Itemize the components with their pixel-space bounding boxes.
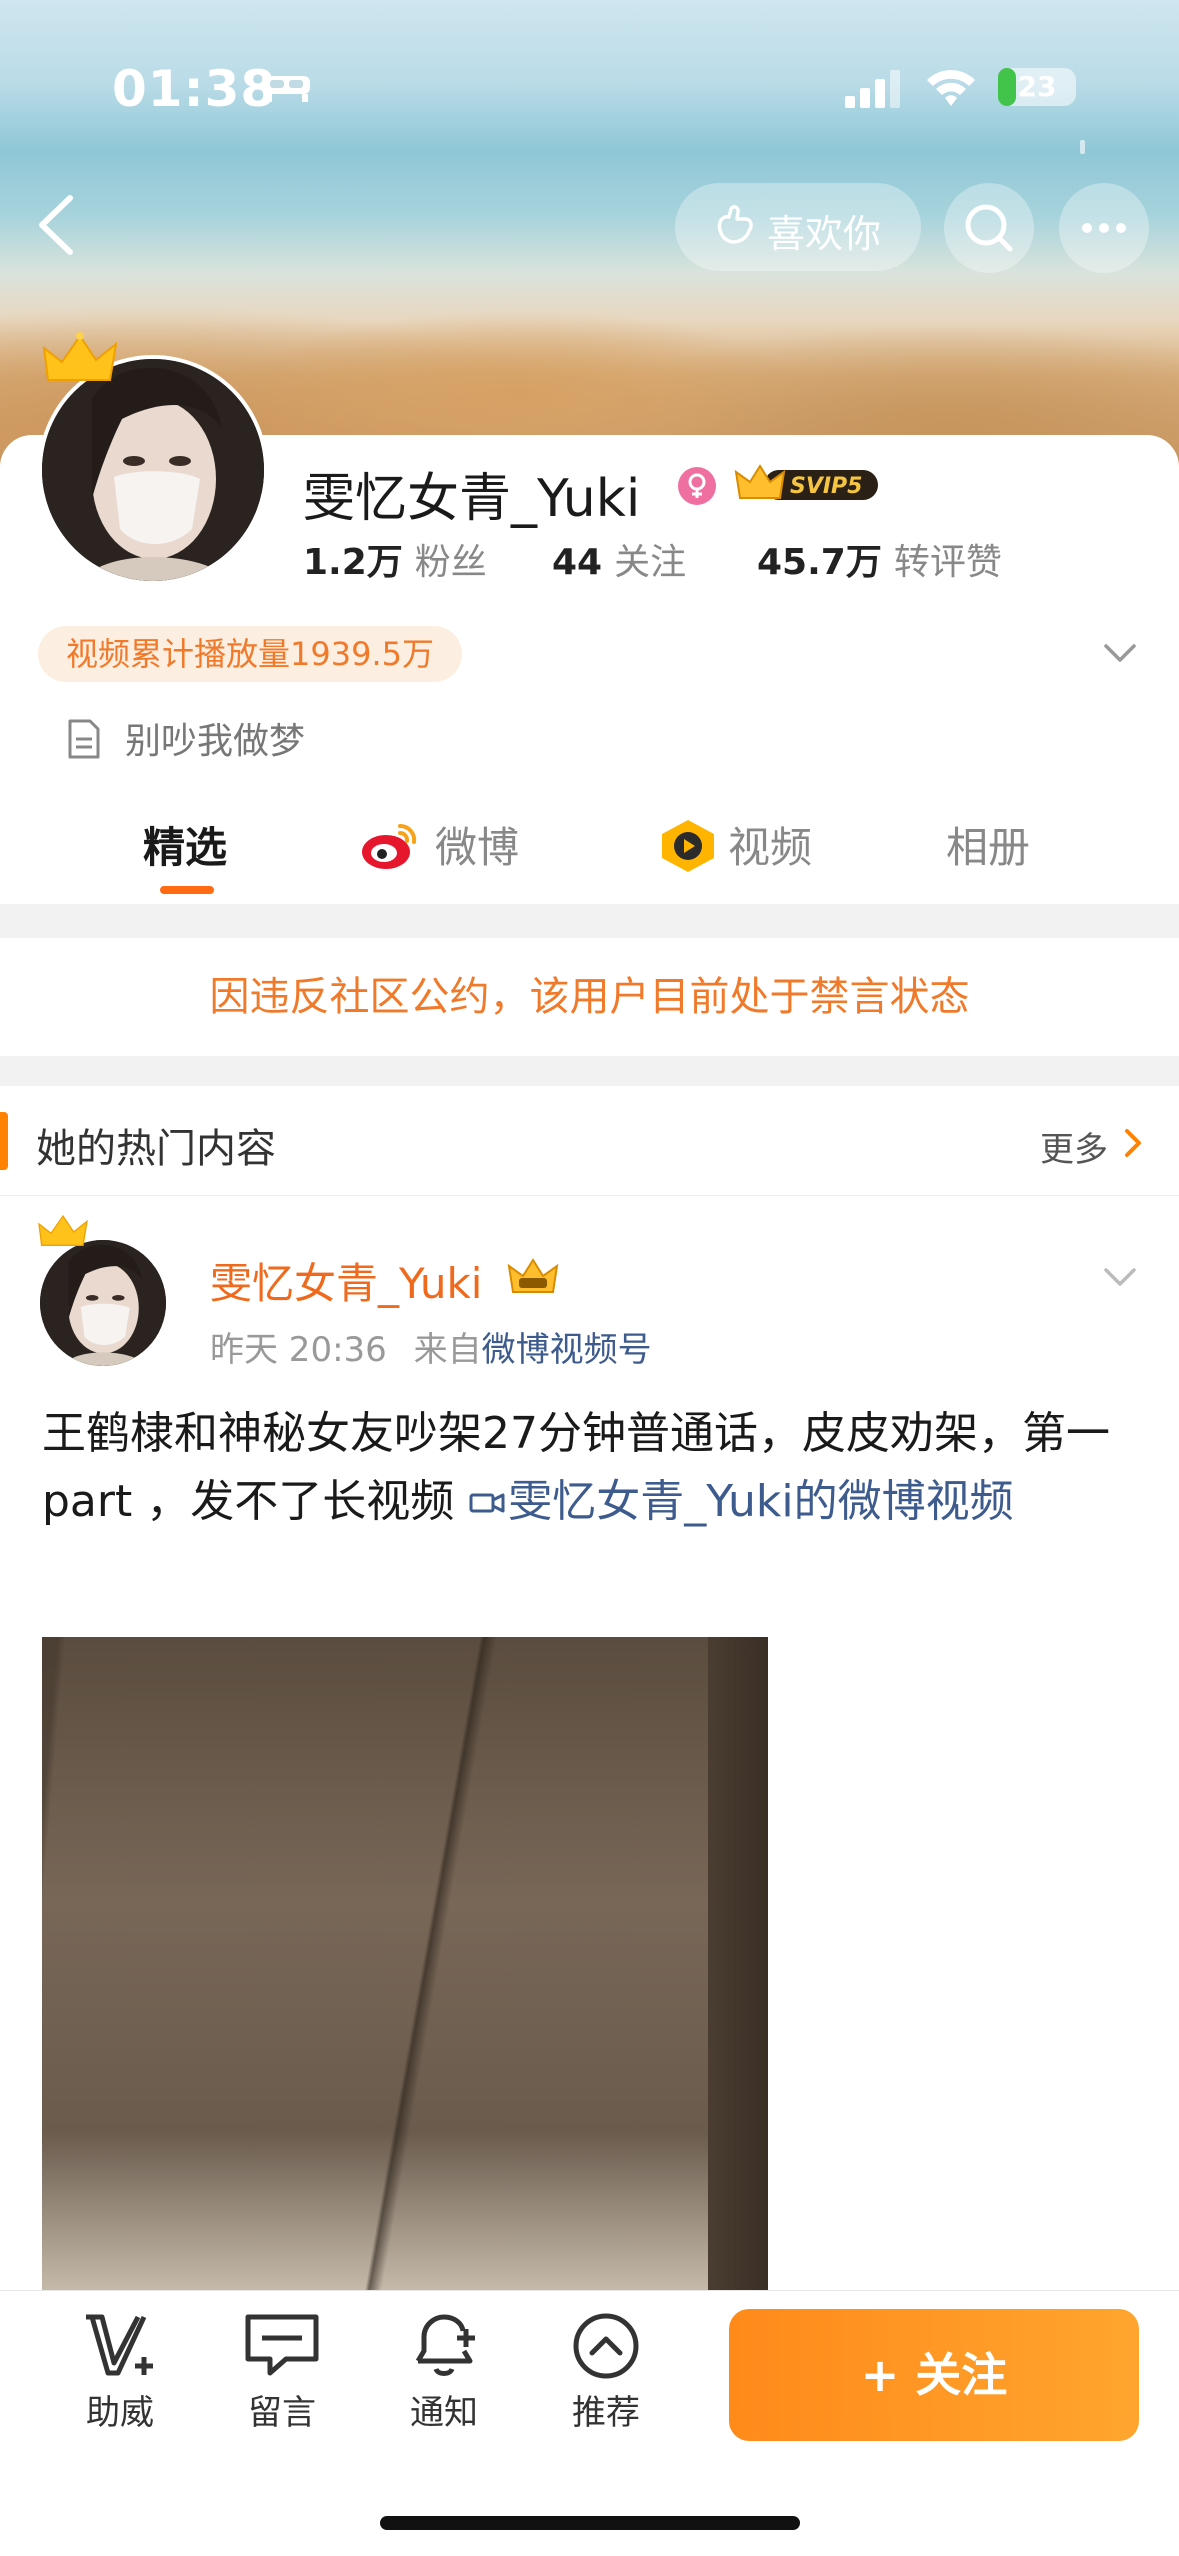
post-from-label: 来自 (413, 1330, 482, 1370)
post-avatar[interactable] (40, 1240, 166, 1366)
battery-percent: 23 (1017, 70, 1057, 103)
avatar-photo (42, 359, 264, 581)
svip-badge[interactable]: SVIP5 (734, 462, 882, 506)
battery-indicator: 23 (998, 68, 1076, 106)
post-source-link[interactable]: 微博视频号 (482, 1330, 652, 1370)
recommend-label: 推荐 (572, 2393, 640, 2433)
battery-tip (1080, 140, 1085, 154)
notify-button[interactable]: 通知 (384, 2311, 504, 2434)
post-meta: 昨天 20:36 来自微博视频号 (210, 1322, 652, 1371)
expand-chevron-icon[interactable] (1100, 638, 1140, 668)
status-time: 01:38 (112, 60, 277, 118)
search-icon (965, 204, 1013, 252)
crown-icon (42, 332, 118, 381)
bell-plus-icon (415, 2314, 475, 2376)
profile-tabs: 精选 微博 视频 相册 (0, 800, 1179, 900)
avatar-illustration (42, 359, 264, 581)
back-arrow-icon[interactable] (28, 190, 88, 260)
video-camera-icon (469, 1493, 505, 1513)
active-tab-indicator (160, 886, 214, 894)
tab-weibo[interactable]: 微博 (435, 814, 519, 875)
vip-crown-badge-icon (507, 1258, 559, 1293)
stat-fans[interactable]: 1.2万 粉丝 (303, 533, 487, 585)
document-icon (68, 719, 100, 759)
stat-reposts-value: 45.7万 (757, 542, 882, 583)
home-indicator[interactable] (380, 2516, 800, 2530)
stat-following-label: 关注 (614, 542, 687, 583)
like-you-button[interactable]: 喜欢你 (675, 183, 921, 271)
cellular-signal-icon (845, 70, 900, 108)
post-video-thumbnail[interactable] (42, 1637, 768, 2297)
tab-album[interactable]: 相册 (946, 814, 1030, 875)
like-you-label: 喜欢你 (767, 212, 882, 256)
hot-content-header: 她的热门内容 更多 (0, 1086, 1179, 1196)
notify-label: 通知 (410, 2393, 478, 2433)
post-time: 昨天 20:36 (210, 1330, 387, 1370)
status-bar: 01:38 23 (0, 60, 1179, 154)
v-plus-icon (86, 2314, 153, 2376)
stat-following[interactable]: 44 关注 (552, 533, 686, 585)
sleep-focus-icon (264, 76, 310, 102)
post-menu-chevron-icon[interactable] (1100, 1262, 1140, 1292)
section-divider (0, 1056, 1179, 1086)
stat-following-value: 44 (552, 542, 603, 583)
profile-bio: 别吵我做梦 (125, 721, 306, 762)
stat-fans-label: 粉丝 (414, 542, 487, 583)
video-play-count-badge: 视频累计播放量1939.5万 (38, 626, 462, 682)
more-options-button[interactable] (1059, 183, 1149, 273)
section-divider (0, 904, 1179, 938)
video-channel-icon (662, 820, 714, 872)
profile-name: 雯忆女青_Yuki (303, 469, 641, 529)
post-video-link-text: 雯忆女青_Yuki的微博视频 (508, 1476, 1014, 1527)
post-video-link[interactable]: 雯忆女青_Yuki的微博视频 (468, 1476, 1014, 1527)
stat-reposts-label: 转评赞 (893, 542, 1002, 583)
hot-content-title: 她的热门内容 (36, 1126, 276, 1172)
post-author-name[interactable]: 雯忆女青_Yuki (210, 1250, 482, 1311)
cheer-label: 助威 (86, 2393, 154, 2433)
chat-bubble-icon (245, 2314, 319, 2376)
crown-icon (38, 1214, 88, 1246)
section-accent-bar (0, 1112, 8, 1170)
female-icon (678, 467, 716, 505)
tab-video[interactable]: 视频 (728, 814, 812, 875)
stat-reposts-likes[interactable]: 45.7万 转评赞 (757, 533, 1002, 585)
post-avatar-illustration (40, 1240, 166, 1366)
message-button[interactable]: 留言 (222, 2311, 342, 2434)
wifi-icon (927, 70, 975, 106)
more-link[interactable]: 更多 (1040, 1122, 1108, 1171)
tab-featured[interactable]: 精选 (143, 814, 227, 875)
cheer-button[interactable]: 助威 (60, 2311, 180, 2434)
hand-heart-icon (717, 205, 753, 244)
message-label: 留言 (248, 2393, 316, 2433)
follow-button[interactable]: + 关注 (729, 2309, 1139, 2441)
chevron-right-icon[interactable] (1122, 1126, 1144, 1160)
ban-notice: 因违反社区公约，该用户目前处于禁言状态 (0, 938, 1179, 1056)
stat-fans-value: 1.2万 (303, 542, 403, 583)
weibo-logo-icon (362, 823, 417, 869)
post-text: 王鹤棣和神秘女友吵架27分钟普通话，皮皮劝架，第一part ，发不了长视频 雯忆… (42, 1400, 1142, 1536)
recommend-button[interactable]: 推荐 (546, 2311, 666, 2434)
more-dots-icon (1082, 223, 1126, 233)
search-button[interactable] (944, 183, 1034, 273)
svip-text: SVIP5 (790, 474, 863, 499)
chevron-up-circle-icon (573, 2313, 639, 2379)
